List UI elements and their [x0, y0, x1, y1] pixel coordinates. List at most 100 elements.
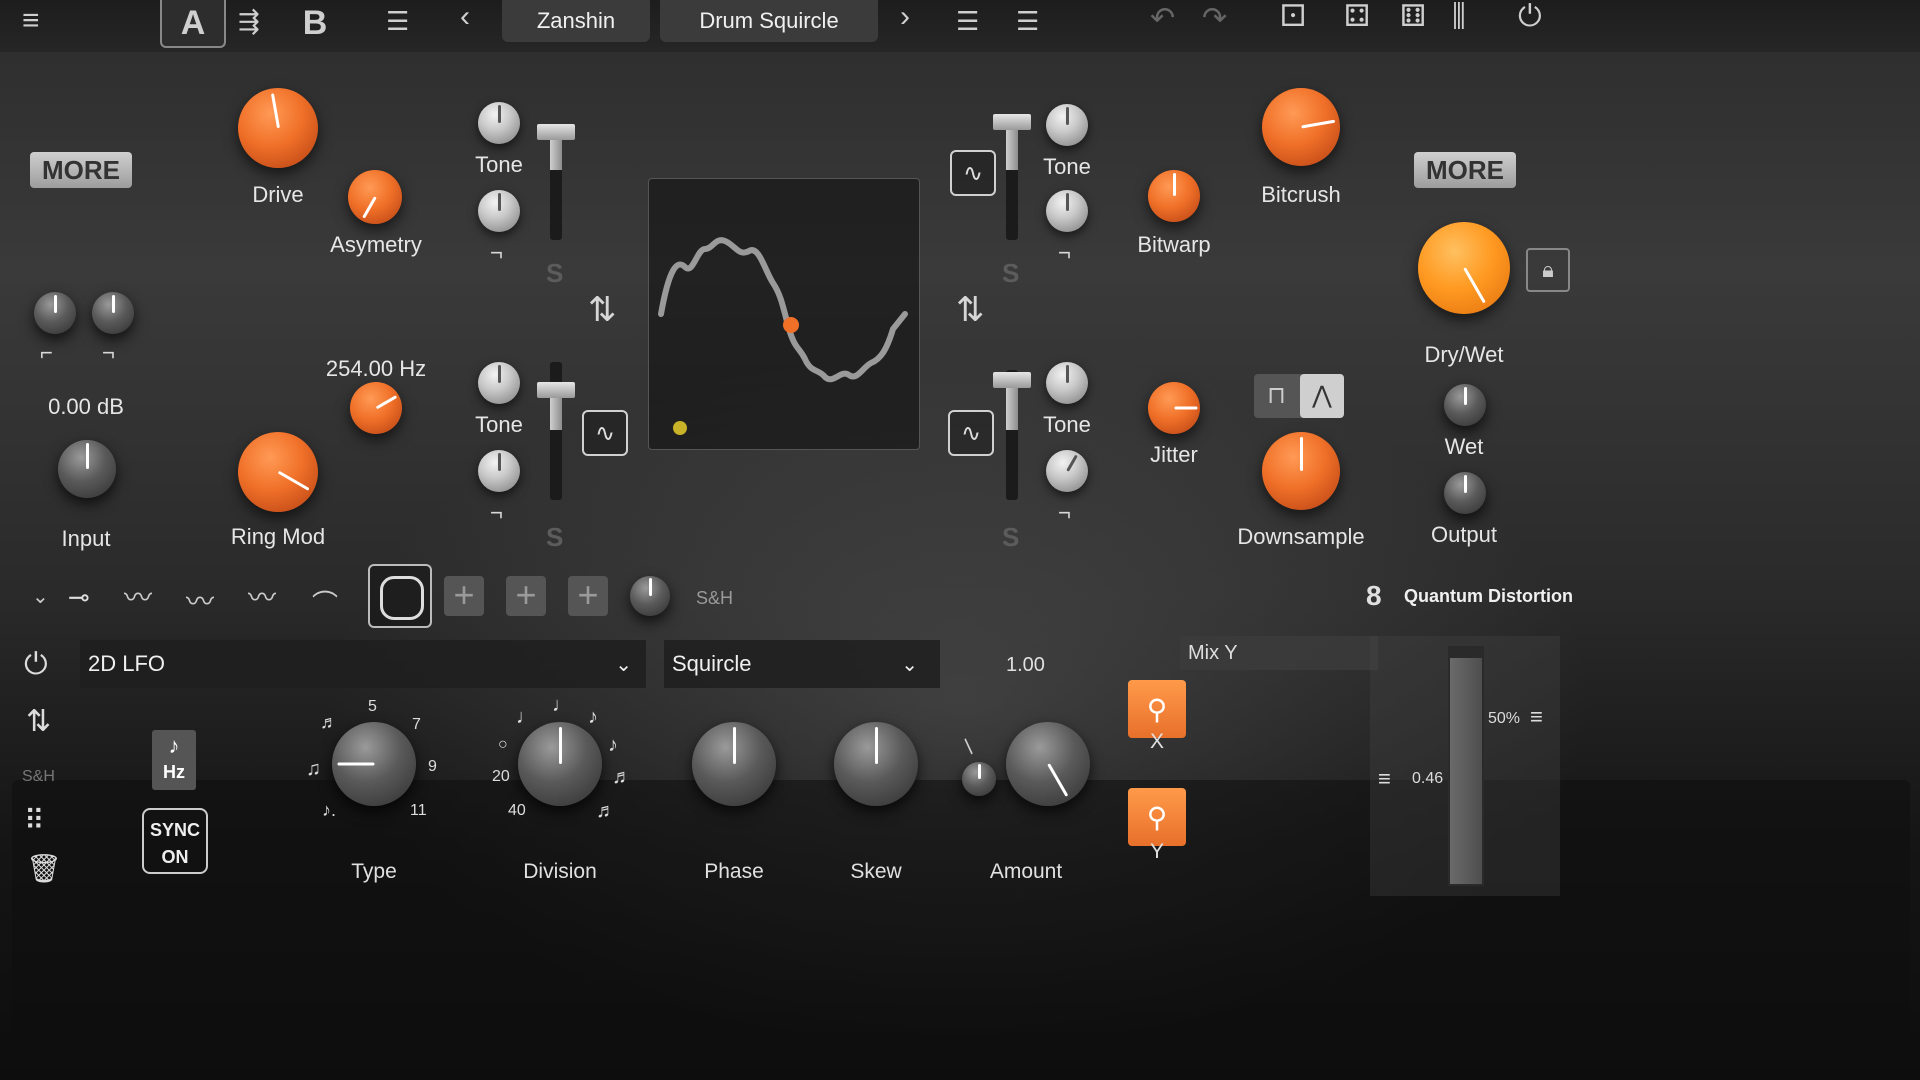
sh-knob[interactable] — [630, 576, 670, 616]
linear-mode-icon[interactable]: ⋀ — [1300, 374, 1344, 418]
lfo-shape-2-icon[interactable]: 〰 — [186, 580, 214, 620]
bitcrush-knob[interactable] — [1262, 88, 1340, 166]
mod-type-value: 2D LFO — [88, 651, 166, 676]
low-cut-knob[interactable] — [34, 292, 76, 334]
preset-a-button[interactable]: A — [160, 0, 226, 48]
tone-knob-lower-left[interactable] — [478, 362, 520, 404]
filter-res-knob-upper-left[interactable] — [478, 190, 520, 232]
waveform-select-upper-right[interactable]: ∿ — [950, 150, 996, 196]
phase-knob[interactable] — [692, 722, 776, 806]
mod-type-dropdown[interactable]: 2D LFO ⌄ — [80, 640, 646, 688]
input-knob[interactable] — [58, 440, 116, 498]
curve-icon: / — [958, 735, 980, 759]
lfo-shape-3-icon[interactable]: 〰 — [248, 576, 276, 616]
lock-icon[interactable]: 🔒︎ — [1526, 248, 1570, 292]
drive-knob[interactable] — [238, 88, 318, 168]
add-lfo-button-2[interactable]: + — [506, 576, 546, 616]
sync-toggle[interactable]: SYNC ON — [142, 808, 208, 874]
dice-icon-2[interactable]: ⚃ — [1344, 2, 1370, 32]
filter-res-knob-upper-right[interactable] — [1046, 190, 1088, 232]
asymetry-knob[interactable] — [348, 170, 402, 224]
y-target-button[interactable]: ⚲ — [1128, 788, 1186, 846]
add-lfo-button-1[interactable]: + — [444, 576, 484, 616]
input-label: Input — [61, 526, 111, 551]
power-icon[interactable]: ⏻ — [1518, 2, 1542, 32]
more-left-button[interactable]: MORE — [30, 152, 132, 188]
slider-handle-upper-left[interactable] — [537, 124, 575, 140]
step-mode-icon[interactable]: ⊓ — [1254, 374, 1299, 418]
filter-res-knob-lower-left[interactable] — [478, 450, 520, 492]
more-right-button[interactable]: MORE — [1414, 152, 1516, 188]
hz-toggle[interactable]: ♪ Hz — [152, 730, 196, 790]
lfo-shape-4-icon[interactable]: ⌒ — [312, 584, 338, 621]
bitwarp-knob[interactable] — [1148, 170, 1200, 222]
next-preset-button[interactable]: › — [900, 2, 910, 32]
lfo-off-icon[interactable]: ⊸ — [68, 582, 90, 613]
add-lfo-button-3[interactable]: + — [568, 576, 608, 616]
drag-handle-icon[interactable]: ≡ — [1378, 766, 1391, 792]
lfo-xy-display[interactable] — [648, 178, 920, 450]
waveform-select-lower-right[interactable]: ∿ — [948, 410, 994, 456]
grid-icon[interactable]: ⠿ — [24, 804, 45, 837]
downsample-mode-toggle[interactable]: ⊓ ⋀ — [1254, 374, 1344, 418]
amount-curve-knob[interactable] — [962, 762, 996, 796]
lowpass-icon: ¬ — [490, 500, 503, 525]
frequency-knob[interactable] — [350, 382, 402, 434]
amount-value: 1.00 — [1006, 654, 1045, 676]
wet-knob[interactable] — [1444, 384, 1486, 426]
redo-icon[interactable]: ↷ — [1202, 4, 1227, 34]
tone-knob-lower-right[interactable] — [1046, 362, 1088, 404]
shape-dropdown[interactable]: Squircle ⌄ — [664, 640, 940, 688]
jitter-label: Jitter — [1150, 442, 1198, 467]
swap-arrows-right-icon[interactable]: ⇅ — [956, 290, 985, 330]
copy-a-to-b-icon[interactable]: ⇶ — [238, 6, 260, 36]
dice-icon-3[interactable]: ⚅ — [1400, 2, 1426, 32]
sixtyfourth-note-icon: ♬ — [596, 800, 616, 822]
mix-slider-fill[interactable] — [1450, 658, 1482, 884]
high-cut-knob[interactable] — [92, 292, 134, 334]
output-knob[interactable] — [1444, 472, 1486, 514]
ringmod-knob[interactable] — [238, 432, 318, 512]
solo-button-lower-left[interactable]: S — [546, 522, 563, 553]
preset-b-button[interactable]: B — [284, 0, 346, 46]
solo-button-upper-left[interactable]: S — [546, 258, 563, 289]
power-icon[interactable]: ⏻ — [24, 648, 48, 682]
solo-button-upper-right[interactable]: S — [1002, 258, 1019, 289]
swap-arrows-left-icon[interactable]: ⇅ — [588, 290, 617, 330]
chevron-down-icon[interactable]: ⌄ — [32, 584, 49, 609]
prev-preset-button[interactable]: ‹ — [460, 2, 470, 32]
slider-handle-lower-left[interactable] — [537, 382, 575, 398]
downsample-knob[interactable] — [1262, 432, 1340, 510]
skew-knob[interactable] — [834, 722, 918, 806]
dice-icon[interactable]: ⚀ — [1280, 2, 1306, 32]
division-knob[interactable] — [518, 722, 602, 806]
preset-name-button[interactable]: Drum Squircle — [660, 0, 878, 42]
slider-handle-lower-right[interactable] — [993, 372, 1031, 388]
drag-handle-icon[interactable]: ≡ — [1530, 704, 1543, 730]
solo-button-lower-right[interactable]: S — [1002, 522, 1019, 553]
swap-axis-icon[interactable]: ⇅ — [26, 704, 51, 739]
randomize-sliders-icon[interactable]: ⫼ — [1452, 2, 1466, 32]
lfo-position-dot[interactable] — [783, 317, 799, 333]
trash-icon[interactable]: 🗑︎ — [26, 852, 62, 885]
lfo-xy-dot[interactable] — [673, 421, 687, 435]
tone-knob-upper-left[interactable] — [478, 102, 520, 144]
lfo-shape-1-icon[interactable]: 〰 — [124, 576, 152, 616]
drywet-knob[interactable] — [1418, 222, 1510, 314]
slider-handle-upper-right[interactable] — [993, 114, 1031, 130]
slider-fill-upper-left — [550, 136, 562, 170]
amount-knob[interactable] — [1006, 722, 1090, 806]
preset-sliders-icon[interactable]: ☰ — [386, 6, 409, 36]
save-preset-icon[interactable]: ☰ — [956, 6, 979, 36]
jitter-knob[interactable] — [1148, 382, 1200, 434]
bank-name-button[interactable]: Zanshin — [502, 0, 650, 42]
tone-knob-upper-right[interactable] — [1046, 104, 1088, 146]
sh-side-label[interactable]: S&H — [22, 768, 55, 786]
filter-res-knob-lower-right[interactable] — [1046, 450, 1088, 492]
load-preset-icon[interactable]: ☰ — [1016, 6, 1039, 36]
lfo-squircle-selected[interactable] — [368, 564, 432, 628]
menu-icon[interactable]: ≡ — [22, 6, 40, 36]
type-knob[interactable] — [332, 722, 416, 806]
undo-icon[interactable]: ↶ — [1150, 4, 1175, 34]
waveform-select-lower-left[interactable]: ∿ — [582, 410, 628, 456]
